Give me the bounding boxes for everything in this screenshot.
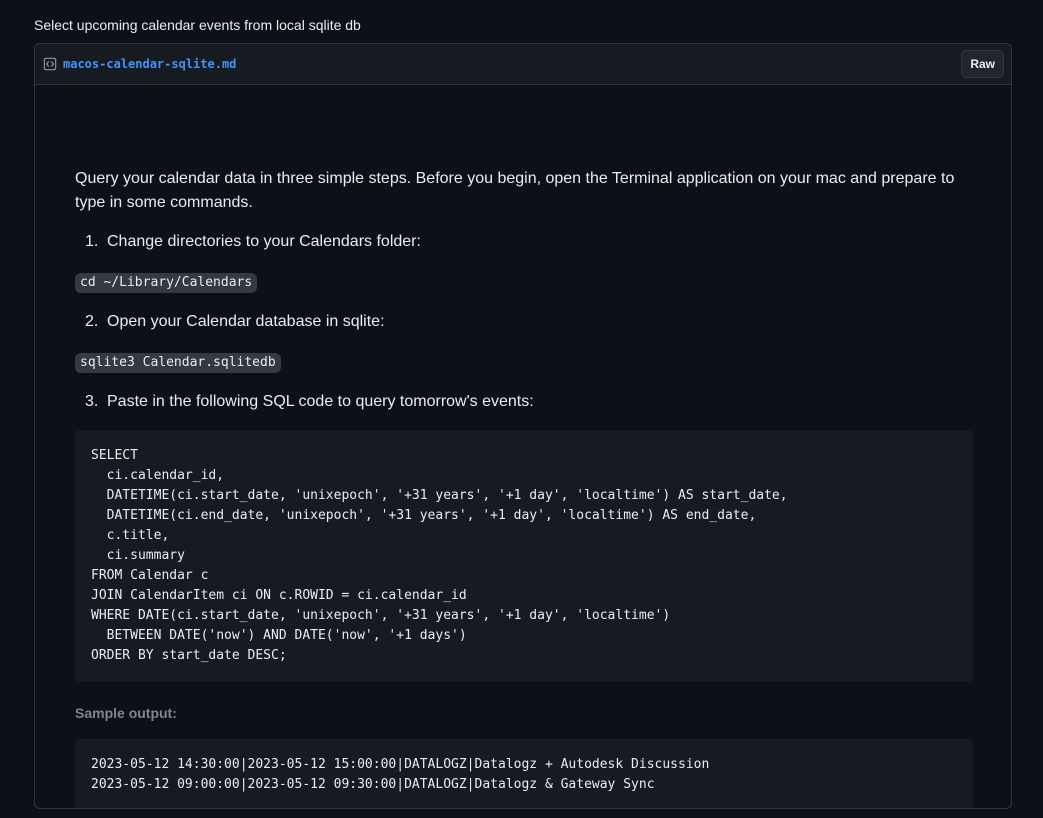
- code-line: FROM Calendar c: [91, 568, 209, 583]
- code-line: WHERE DATE(ci.start_date, 'unixepoch', '…: [91, 608, 671, 623]
- sample-output-label: Sample output:: [75, 705, 177, 721]
- code-line: DATETIME(ci.start_date, 'unixepoch', '+3…: [91, 488, 788, 503]
- code-line: BETWEEN DATE('now') AND DATE('now', '+1 …: [91, 628, 467, 643]
- sql-code-block: SELECT ci.calendar_id, DATETIME(ci.start…: [75, 430, 973, 682]
- step-1: 1. Change directories to your Calendars …: [85, 230, 421, 254]
- code-line: JOIN CalendarItem ci ON c.ROWID = ci.cal…: [91, 588, 467, 603]
- step-2: 2. Open your Calendar database in sqlite…: [85, 310, 385, 334]
- code-line: SELECT: [91, 448, 138, 463]
- code-file-icon: [43, 57, 57, 71]
- gist-description: Select upcoming calendar events from loc…: [34, 17, 361, 33]
- cd-command-code: cd ~/Library/Calendars: [75, 273, 258, 293]
- file-header: macos-calendar-sqlite.md Raw: [35, 44, 1011, 85]
- step-text: Paste in the following SQL code to query…: [107, 393, 534, 410]
- code-line: 2023-05-12 14:30:00|2023-05-12 15:00:00|…: [91, 757, 710, 772]
- step-number: 2.: [85, 313, 99, 330]
- step-number: 3.: [85, 393, 99, 410]
- code-line: DATETIME(ci.end_date, 'unixepoch', '+31 …: [91, 508, 757, 523]
- sample-output-block: 2023-05-12 14:30:00|2023-05-12 15:00:00|…: [75, 739, 973, 808]
- step-number: 1.: [85, 233, 99, 250]
- code-line: c.title,: [91, 528, 170, 543]
- code-line: ORDER BY start_date DESC;: [91, 648, 287, 663]
- file-name-link[interactable]: macos-calendar-sqlite.md: [63, 57, 961, 71]
- code-line: 2023-05-12 09:00:00|2023-05-12 09:30:00|…: [91, 777, 655, 792]
- step-text: Open your Calendar database in sqlite:: [107, 313, 385, 330]
- sqlite-command-code: sqlite3 Calendar.sqlitedb: [75, 353, 281, 373]
- step-text: Change directories to your Calendars fol…: [107, 233, 421, 250]
- step-3: 3. Paste in the following SQL code to qu…: [85, 390, 534, 414]
- intro-paragraph: Query your calendar data in three simple…: [75, 170, 955, 211]
- raw-button[interactable]: Raw: [961, 50, 1004, 78]
- file-box: macos-calendar-sqlite.md Raw Query your …: [34, 43, 1012, 809]
- code-line: ci.calendar_id,: [91, 468, 225, 483]
- code-line: ci.summary: [91, 548, 185, 563]
